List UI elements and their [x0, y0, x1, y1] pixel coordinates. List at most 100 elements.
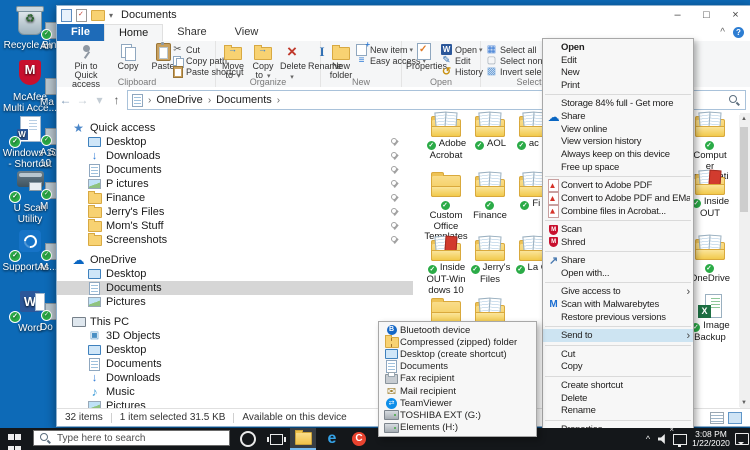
scroll-up-icon[interactable]: ▲ [739, 116, 749, 122]
send-to-item-mail-recipient[interactable]: ✉Mail recipient [379, 385, 536, 397]
help-icon[interactable]: ? [733, 27, 744, 38]
edge-taskbar-button[interactable]: e [320, 428, 344, 450]
context-menu-item-share[interactable]: ↗Share [543, 254, 693, 267]
icons-view-icon[interactable] [728, 412, 742, 424]
file-item-inside-out-win-dows-10[interactable]: ✓Inside OUT-Win dows 10 [424, 235, 468, 296]
context-menu-item-send-to[interactable]: Send to› [543, 329, 693, 342]
context-menu-item-restore-previous-versions[interactable]: Restore previous versions [543, 311, 693, 324]
nav-item-onedrive-documents[interactable]: Documents [57, 281, 413, 295]
file-list-scrollbar[interactable]: ▲ ▼ [739, 115, 749, 407]
ribbon-button-history[interactable]: ↺History [440, 66, 483, 77]
ribbon-button-new-folder[interactable]: New folder [323, 43, 359, 80]
breadcrumb-item-documents[interactable]: Documents [216, 94, 272, 106]
send-to-item-toshiba-ext-g[interactable]: TOSHIBA EXT (G:) [379, 409, 536, 421]
context-menu-item-open-with[interactable]: Open with... [543, 267, 693, 280]
nav-item-this-pc-downloads[interactable]: ↓Downloads [57, 371, 413, 385]
volume-button[interactable]: × [656, 428, 671, 450]
tray-expand-button[interactable]: ^ [641, 428, 655, 450]
tab-home[interactable]: Home [104, 24, 163, 41]
file-item-finance[interactable]: ✓Finance [468, 171, 512, 222]
new-folder-icon[interactable] [91, 10, 105, 21]
title-bar[interactable]: ▾ Documents – □ × [57, 6, 750, 24]
nav-item-quick-access-desktop[interactable]: Desktop [57, 135, 413, 149]
tab-share[interactable]: Share [163, 24, 220, 41]
minimize-button[interactable]: – [663, 6, 692, 24]
nav-item-quick-access-jerry-s-files[interactable]: Jerry's Files [57, 205, 413, 219]
context-menu-item-open[interactable]: Open [543, 41, 693, 54]
nav-item-this-pc-documents[interactable]: Documents [57, 357, 413, 371]
context-menu-item-create-shortcut[interactable]: Create shortcut [543, 379, 693, 392]
context-menu-item-print[interactable]: Print [543, 79, 693, 92]
scroll-down-icon[interactable]: ▼ [739, 400, 749, 406]
details-view-icon[interactable] [710, 412, 724, 424]
context-menu-item-copy[interactable]: Copy [543, 361, 693, 374]
context-menu-item-storage-84-full-get-more[interactable]: Storage 84% full - Get more [543, 98, 693, 111]
send-to-item-documents[interactable]: Documents [379, 361, 536, 373]
send-to-item-fax-recipient[interactable]: Fax recipient [379, 373, 536, 385]
maximize-button[interactable]: □ [692, 6, 721, 24]
file-item-onedrive[interactable]: ✓OneDrive [688, 234, 732, 285]
context-menu-item-new[interactable]: New [543, 66, 693, 79]
nav-section-this-pc[interactable]: This PC [57, 315, 413, 329]
send-to-item-bluetooth-device[interactable]: BBluetooth device [379, 324, 536, 336]
nav-item-onedrive-pictures[interactable]: Pictures [57, 295, 413, 309]
qat-dropdown-caret-icon[interactable]: ▾ [109, 11, 113, 20]
ribbon-button-properties[interactable]: Properties [404, 43, 444, 71]
tab-file[interactable]: File [57, 24, 104, 41]
up-arrow-icon[interactable]: ↑ [108, 93, 125, 107]
scrollbar-thumb[interactable] [740, 127, 748, 212]
clock[interactable]: 3:08 PM 1/22/2020 [688, 430, 734, 448]
nav-item-this-pc-desktop[interactable]: Desktop [57, 343, 413, 357]
context-menu-item-delete[interactable]: Delete [543, 392, 693, 405]
send-to-item-teamviewer[interactable]: ⇄TeamViewer [379, 397, 536, 409]
task-view-button[interactable] [264, 428, 288, 450]
context-menu-item-always-keep-on-this-device[interactable]: Always keep on this device [543, 148, 693, 161]
context-menu-item-combine-files-in-acrobat[interactable]: Combine files in Acrobat... [543, 205, 693, 218]
file-item-jerry-s-files[interactable]: ✓Jerry's Files [468, 235, 512, 286]
file-explorer-taskbar-button[interactable] [290, 428, 316, 450]
tab-view[interactable]: View [221, 24, 273, 41]
ribbon-button-open[interactable]: WOpen▾ [440, 44, 483, 55]
nav-item-quick-access-finance[interactable]: Finance [57, 191, 413, 205]
file-item-custom-office-templates[interactable]: ✓Custom Office Templates [424, 171, 468, 243]
context-menu-item-convert-to-adobe-pdf-and-email[interactable]: Convert to Adobe PDF and EMail [543, 192, 693, 205]
properties-icon[interactable] [76, 9, 87, 22]
start-button[interactable] [8, 432, 21, 450]
context-menu-item-edit[interactable]: Edit [543, 54, 693, 67]
nav-item-quick-access-downloads[interactable]: ↓Downloads [57, 149, 413, 163]
ribbon-collapse-icon[interactable]: ^ [720, 27, 725, 38]
back-arrow-icon[interactable]: ← [57, 93, 74, 107]
nav-section-quick-access[interactable]: ★Quick access [57, 121, 413, 135]
nav-item-this-pc-music[interactable]: ♪Music [57, 385, 413, 399]
nav-item-quick-access-p-ictures[interactable]: P ictures [57, 177, 413, 191]
recent-arrow-icon[interactable]: ▾ [91, 93, 108, 107]
forward-arrow-icon[interactable]: → [74, 93, 91, 107]
context-menu-item-free-up-space[interactable]: Free up space [543, 161, 693, 174]
cortana-button[interactable] [237, 428, 259, 450]
file-item-image-backup[interactable]: X✓Image Backup [688, 293, 732, 344]
send-to-item-elements-h[interactable]: Elements (H:) [379, 422, 536, 434]
close-button[interactable]: × [721, 6, 750, 24]
nav-item-this-pc-3d-objects[interactable]: ▣3D Objects [57, 329, 413, 343]
context-menu-item-share[interactable]: ☁Share [543, 110, 693, 123]
nav-item-onedrive-desktop[interactable]: Desktop [57, 267, 413, 281]
nav-item-quick-access-mom-s-stuff[interactable]: Mom's Stuff [57, 219, 413, 233]
context-menu-item-rename[interactable]: Rename [543, 404, 693, 417]
nav-item-quick-access-documents[interactable]: Documents [57, 163, 413, 177]
context-menu-item-cut[interactable]: Cut [543, 348, 693, 361]
breadcrumb-item-onedrive[interactable]: OneDrive [156, 94, 202, 106]
ccleaner-taskbar-button[interactable]: C [347, 428, 371, 450]
context-menu-item-give-access-to[interactable]: Give access to› [543, 286, 693, 299]
context-menu-item-scan-with-malwarebytes[interactable]: MScan with Malwarebytes [543, 298, 693, 311]
network-button[interactable] [672, 428, 688, 450]
breadcrumb[interactable]: ›OneDrive›Documents› [127, 90, 595, 110]
send-to-item-compressed-zipped-folder[interactable]: Compressed (zipped) folder [379, 336, 536, 348]
file-item-adobe-acrobat[interactable]: ✓Adobe Acrobat [424, 111, 468, 162]
context-menu-item-view-version-history[interactable]: View version history [543, 136, 693, 149]
context-menu-item-scan[interactable]: Scan [543, 223, 693, 236]
nav-section-onedrive[interactable]: ☁OneDrive [57, 253, 413, 267]
context-menu-item-shred[interactable]: Shred [543, 236, 693, 249]
action-center-button[interactable] [734, 428, 750, 450]
file-item-aol[interactable]: ✓AOL [468, 111, 512, 151]
file-item-inside-out[interactable]: ✓Inside OUT [688, 169, 732, 220]
